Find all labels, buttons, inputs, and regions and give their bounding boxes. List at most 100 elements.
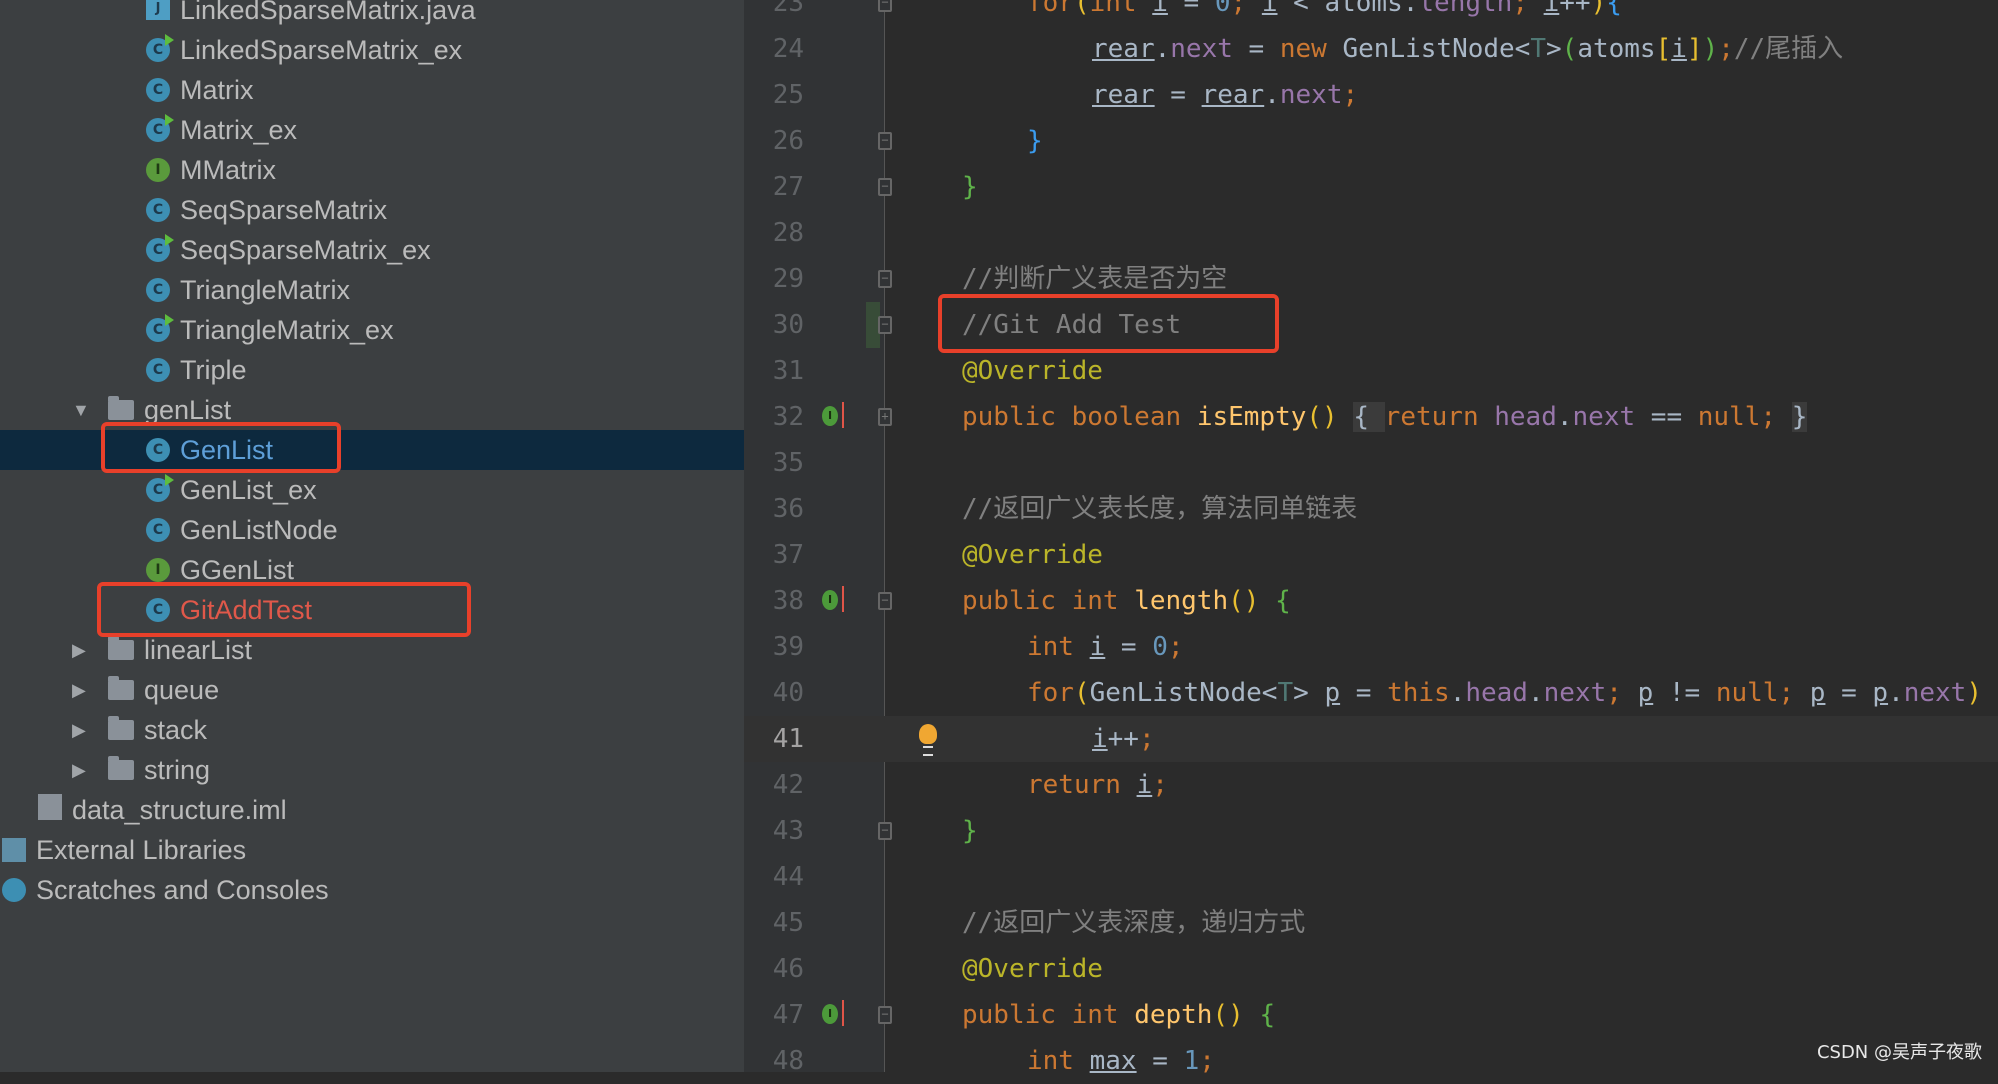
code-line[interactable]: 41i++;: [744, 716, 1998, 762]
lightbulb-icon[interactable]: [919, 724, 937, 744]
code-line[interactable]: 48int max = 1;: [744, 1038, 1998, 1084]
collapsed-arrow-icon[interactable]: ▶: [72, 710, 86, 750]
code-line[interactable]: 45//返回广义表深度，递归方式: [744, 900, 1998, 946]
code-token: (): [1228, 586, 1259, 616]
code-token: {: [1606, 0, 1622, 18]
tree-item[interactable]: CGenList_ex: [0, 470, 744, 510]
code-line[interactable]: 42return i;: [744, 762, 1998, 808]
java-file-icon: J: [146, 0, 170, 20]
code-text: public boolean isEmpty() { return head.n…: [962, 394, 1807, 440]
fold-collapse-icon[interactable]: −: [878, 178, 892, 196]
tree-item[interactable]: CTriangleMatrix: [0, 270, 744, 310]
fold-collapse-icon[interactable]: −: [878, 592, 892, 610]
implements-method-icon[interactable]: I: [822, 1004, 838, 1024]
code-line[interactable]: 32I+public boolean isEmpty() { return he…: [744, 394, 1998, 440]
code-line[interactable]: 25rear = rear.next;: [744, 72, 1998, 118]
line-number: 29: [744, 256, 804, 302]
collapsed-arrow-icon[interactable]: ▶: [72, 670, 86, 710]
tree-item[interactable]: ▶stack: [0, 710, 744, 750]
code-token: int: [1027, 632, 1090, 662]
tree-item[interactable]: JLinkedSparseMatrix.java: [0, 0, 744, 30]
code-token: public int: [962, 586, 1134, 616]
class-icon: C: [146, 198, 170, 222]
code-line[interactable]: 24rear.next = new GenListNode<T>(atoms[i…: [744, 26, 1998, 72]
code-line[interactable]: 38I−public int length() {: [744, 578, 1998, 624]
code-line[interactable]: 26−}: [744, 118, 1998, 164]
folder-icon: [108, 760, 134, 780]
code-line[interactable]: 36 //返回广义表长度，算法同单链表: [744, 486, 1998, 532]
code-text: }: [1027, 118, 1043, 164]
code-line[interactable]: 28: [744, 210, 1998, 256]
code-token: {: [1259, 1000, 1275, 1030]
tree-item[interactable]: CSeqSparseMatrix_ex: [0, 230, 744, 270]
code-line[interactable]: 46@Override: [744, 946, 1998, 992]
code-line[interactable]: 40for(GenListNode<T> p = this.head.next;…: [744, 670, 1998, 716]
fold-collapse-icon[interactable]: −: [878, 132, 892, 150]
code-line[interactable]: 44: [744, 854, 1998, 900]
line-number: 41: [744, 716, 804, 762]
tree-item[interactable]: ▶string: [0, 750, 744, 790]
code-text: for(int i = 0; i < atoms.length; i++){: [1027, 0, 1622, 26]
code-token: (: [1074, 678, 1090, 708]
fold-collapse-icon[interactable]: −: [878, 0, 892, 12]
fold-collapse-icon[interactable]: −: [878, 316, 892, 334]
tree-item[interactable]: External Libraries: [0, 830, 744, 870]
tree-item[interactable]: CTriangleMatrix_ex: [0, 310, 744, 350]
code-token: //返回广义表长度，算法同单链表: [962, 494, 1357, 524]
code-token: ;: [1168, 632, 1184, 662]
code-editor[interactable]: 23−for(int i = 0; i < atoms.length; i++)…: [744, 0, 1998, 1072]
tree-item[interactable]: CGenListNode: [0, 510, 744, 550]
tree-item[interactable]: CTriple: [0, 350, 744, 390]
tree-item[interactable]: data_structure.iml: [0, 790, 744, 830]
folder-icon: [108, 640, 134, 660]
run-marker-icon: [165, 474, 174, 486]
code-token: [1259, 586, 1275, 616]
implements-method-icon[interactable]: I: [822, 406, 838, 426]
code-line[interactable]: 30−//Git Add Test: [744, 302, 1998, 348]
tree-item-label: SeqSparseMatrix_ex: [180, 230, 431, 270]
code-token: length: [1418, 0, 1512, 18]
code-line[interactable]: 37@Override: [744, 532, 1998, 578]
tree-item[interactable]: ▶queue: [0, 670, 744, 710]
code-token: next: [1170, 34, 1233, 64]
code-token: p: [1324, 678, 1340, 708]
tree-item[interactable]: CLinkedSparseMatrix_ex: [0, 30, 744, 70]
project-tool-window: JLinkedSparseMatrix.javaCLinkedSparseMat…: [0, 0, 744, 1072]
fold-collapse-icon[interactable]: −: [878, 822, 892, 840]
code-token: i: [1092, 724, 1108, 754]
code-token: }: [962, 172, 978, 202]
code-line[interactable]: 39int i = 0;: [744, 624, 1998, 670]
tree-item[interactable]: IMMatrix: [0, 150, 744, 190]
collapsed-arrow-icon[interactable]: ▶: [72, 750, 86, 790]
code-token: =: [1155, 80, 1202, 110]
fold-collapse-icon[interactable]: −: [878, 1006, 892, 1024]
code-line[interactable]: 47I−public int depth() {: [744, 992, 1998, 1038]
line-number: 40: [744, 670, 804, 716]
code-text: rear.next = new GenListNode<T>(atoms[i])…: [1092, 26, 1843, 72]
collapsed-arrow-icon[interactable]: ▶: [72, 630, 86, 670]
code-token: rear: [1092, 34, 1155, 64]
highlight-box-git-add-test-comment: [938, 294, 1279, 353]
code-line[interactable]: 29−//判断广义表是否为空: [744, 256, 1998, 302]
tree-item-label: GenList_ex: [180, 470, 317, 510]
tree-item[interactable]: CMatrix: [0, 70, 744, 110]
tree-item[interactable]: CMatrix_ex: [0, 110, 744, 150]
line-number: 36: [744, 486, 804, 532]
code-line[interactable]: 43−}: [744, 808, 1998, 854]
code-text: public int depth() {: [962, 992, 1275, 1038]
implements-method-icon[interactable]: I: [822, 590, 838, 610]
code-token: GenListNode<: [1343, 34, 1531, 64]
tree-item[interactable]: CSeqSparseMatrix: [0, 190, 744, 230]
line-number: 25: [744, 72, 804, 118]
code-line[interactable]: 27−}: [744, 164, 1998, 210]
code-token: @Override: [962, 356, 1103, 386]
code-token: i: [1671, 34, 1687, 64]
code-line[interactable]: 31@Override: [744, 348, 1998, 394]
class-icon: C: [146, 278, 170, 302]
fold-collapse-icon[interactable]: −: [878, 270, 892, 288]
code-line[interactable]: 35: [744, 440, 1998, 486]
tree-item[interactable]: Scratches and Consoles: [0, 870, 744, 910]
expanded-arrow-icon[interactable]: ▼: [72, 390, 90, 430]
fold-expand-icon[interactable]: +: [878, 408, 892, 426]
code-line[interactable]: 23−for(int i = 0; i < atoms.length; i++)…: [744, 0, 1998, 26]
